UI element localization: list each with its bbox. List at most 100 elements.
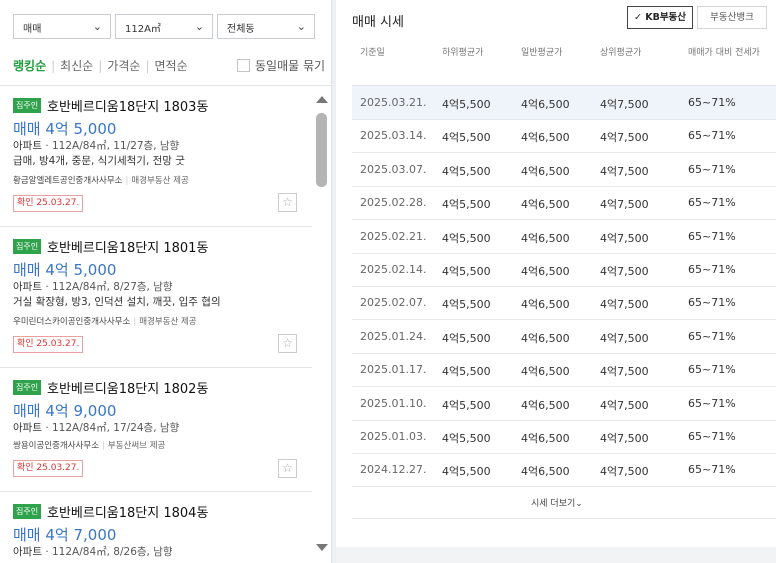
- star-icon[interactable]: ☆: [278, 193, 297, 212]
- listing-detail: · 112A/84㎡, 8/26층, 남향: [41, 546, 173, 558]
- table-row: 2025.01.03. 4억5,500 4억6,500 4억7,500 65~71%: [352, 420, 776, 454]
- table-cell: 2025.01.10.: [360, 396, 427, 410]
- table-cell: 4억7,500: [600, 432, 649, 445]
- provider: 매경부동산 제공: [139, 317, 197, 327]
- tab-bank-label: 부동산뱅크: [710, 12, 754, 23]
- divider: [352, 518, 776, 519]
- table-row: 2025.02.28. 4억5,500 4억6,500 4억7,500 65~71%: [352, 186, 776, 221]
- star-icon[interactable]: ☆: [278, 334, 297, 353]
- table-cell: 65~71%: [688, 196, 736, 210]
- trade-type-value: 매매: [23, 24, 42, 35]
- table-cell: 2025.02.28.: [360, 196, 427, 210]
- listing-card[interactable]: 집주인 호반베르디움18단지 1801동 매매 4억 5,000 아파트 · 1…: [0, 227, 312, 368]
- trade-type-select[interactable]: 매매 ⌄: [13, 14, 111, 39]
- table-cell: 65~71%: [688, 430, 736, 443]
- scroll-up-icon[interactable]: [316, 96, 328, 103]
- table-cell: 4억5,500: [442, 231, 491, 245]
- owner-badge: 집주인: [13, 239, 42, 254]
- table-cell: 65~71%: [688, 329, 736, 343]
- tab-bank[interactable]: 부동산뱅크: [697, 6, 767, 29]
- scrollbar-thumb[interactable]: [316, 113, 327, 187]
- table-cell: 4억7,500: [600, 398, 649, 412]
- sort-ranking[interactable]: 랭킹순: [13, 57, 46, 74]
- table-cell: 4억6,500: [521, 365, 570, 379]
- listing-type: 아파트: [13, 140, 42, 152]
- table-cell: 2025.02.07.: [360, 296, 427, 310]
- listing-card[interactable]: 집주인 호반베르디움18단지 1804동 매매 4억 7,000 아파트 · 1…: [0, 492, 312, 563]
- table-cell: 4억7,500: [600, 164, 649, 178]
- table-row: 2025.02.14. 4억5,500 4억6,500 4억7,500 65~71%: [352, 253, 776, 287]
- listing-title[interactable]: 호반베르디움18단지 1801동: [47, 237, 208, 256]
- table-cell: 4억7,500: [600, 198, 649, 212]
- chevron-down-icon: ⌄: [296, 20, 306, 33]
- table-cell: 2025.02.21.: [360, 229, 427, 243]
- table-row: 2025.03.21. 4억5,500 4억6,500 4억7,500 65~71%: [352, 86, 776, 120]
- table-cell: 65~71%: [688, 296, 736, 310]
- same-listing-label: 동일매물 묶기: [255, 59, 326, 73]
- listing-title[interactable]: 호반베르디움18단지 1803동: [47, 96, 208, 115]
- listing-title[interactable]: 호반베르디움18단지 1802동: [47, 378, 208, 397]
- separator: |: [102, 441, 105, 451]
- sort-price[interactable]: 가격순: [107, 57, 140, 74]
- header-ratio: 매매가 대비 전세가: [688, 48, 760, 58]
- provider: 매경부동산 제공: [131, 176, 189, 186]
- listing-title[interactable]: 호반베르디움18단지 1804동: [47, 502, 208, 521]
- table-cell: 4억5,500: [442, 98, 491, 111]
- table-cell: 4억7,500: [600, 365, 649, 379]
- table-cell: 65~71%: [688, 363, 736, 377]
- table-cell: 2025.03.07.: [360, 162, 427, 176]
- header-low: 하위평균가: [442, 48, 484, 58]
- header-high: 상위평균가: [600, 48, 642, 58]
- building-value: 전체동: [227, 24, 255, 35]
- table-cell: 65~71%: [688, 96, 736, 109]
- table-row: 2025.03.14. 4억5,500 4억6,500 4억7,500 65~71%: [352, 119, 776, 154]
- table-cell: 4억6,500: [521, 164, 570, 178]
- listing-agent: 황금알엘레트공인중개사사무소 | 매경부동산 제공: [13, 174, 189, 186]
- bottom-strip: [336, 547, 776, 563]
- listing-spec: 아파트 · 112A/84㎡, 11/27층, 남향: [13, 138, 179, 153]
- area-select[interactable]: 112A㎡ ⌄: [115, 14, 213, 39]
- tab-kb-label: KB부동산: [645, 12, 687, 23]
- listing-scrollbar[interactable]: [313, 93, 329, 558]
- table-cell: 4억5,500: [442, 131, 491, 145]
- sort-latest[interactable]: 최신순: [60, 57, 93, 74]
- listing-card[interactable]: 집주인 호반베르디움18단지 1802동 매매 4억 9,000 아파트 · 1…: [0, 368, 312, 492]
- owner-badge: 집주인: [13, 98, 42, 113]
- listing-card[interactable]: 집주인 호반베르디움18단지 1803동 매매 4억 5,000 아파트 · 1…: [0, 86, 312, 227]
- checkbox[interactable]: [237, 59, 250, 72]
- sort-divider: |: [145, 59, 150, 73]
- sort-options: 랭킹순 | 최신순 | 가격순 | 면적순: [13, 57, 188, 74]
- table-cell: 4억6,500: [521, 231, 570, 245]
- listing-detail: · 112A/84㎡, 11/27층, 남향: [41, 140, 180, 152]
- confirm-date: 확인 25.03.27.: [13, 336, 84, 353]
- more-label: 시세 더보기: [531, 499, 576, 509]
- table-cell: 4억6,500: [521, 331, 570, 345]
- star-icon[interactable]: ☆: [278, 459, 297, 478]
- listing-price: 매매 4억 7,000: [13, 526, 117, 544]
- tab-kb[interactable]: ✓ KB부동산: [627, 6, 693, 29]
- table-cell: 65~71%: [688, 463, 736, 477]
- table-cell: 2025.01.03.: [360, 430, 427, 443]
- table-cell: 4억6,500: [521, 265, 570, 278]
- more-button[interactable]: 시세 더보기⌄: [531, 496, 583, 509]
- same-listing-toggle[interactable]: 동일매물 묶기: [237, 57, 325, 74]
- table-cell: 4억6,500: [521, 398, 570, 412]
- table-cell: 4억6,500: [521, 298, 570, 312]
- table-cell: 65~71%: [688, 396, 736, 410]
- table-cell: 65~71%: [688, 129, 736, 143]
- table-cell: 4억5,500: [442, 331, 491, 345]
- confirm-date: 확인 25.03.27.: [13, 460, 84, 477]
- chevron-down-icon: ⌄: [575, 499, 583, 509]
- table-row: 2025.01.17. 4억5,500 4억6,500 4억7,500 65~71%: [352, 353, 776, 388]
- listing-description: 거실 확장형, 방3, 인덕션 설치, 깨끗, 입주 협의: [13, 296, 221, 308]
- table-row: 2025.03.07. 4억5,500 4억6,500 4억7,500 65~71%: [352, 153, 776, 187]
- sort-area[interactable]: 면적순: [155, 57, 188, 74]
- building-select[interactable]: 전체동 ⌄: [217, 14, 315, 39]
- listing-price: 매매 4억 9,000: [13, 402, 117, 420]
- listing-spec: 아파트 · 112A/84㎡, 17/24층, 남향: [13, 420, 179, 435]
- scroll-down-icon[interactable]: [316, 544, 328, 551]
- table-cell: 4억5,500: [442, 432, 491, 445]
- listing-spec: 아파트 · 112A/84㎡, 8/27층, 남향: [13, 279, 173, 294]
- table-row: 2025.01.24. 4억5,500 4억6,500 4억7,500 65~71%: [352, 320, 776, 354]
- table-cell: 4억7,500: [600, 465, 649, 479]
